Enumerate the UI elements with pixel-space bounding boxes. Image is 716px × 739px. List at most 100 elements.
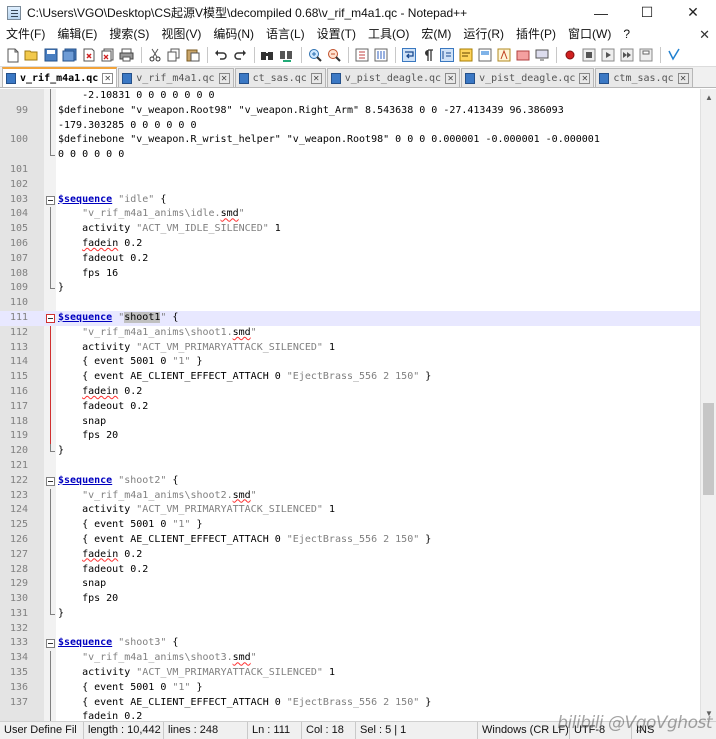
code-line[interactable]: 0 0 0 0 0 0 <box>0 148 700 163</box>
menu-settings[interactable]: 设置(T) <box>311 25 362 44</box>
menu-edit[interactable]: 编辑(E) <box>51 25 103 44</box>
tab-close-icon[interactable]: ✕ <box>677 72 689 84</box>
open-file-icon[interactable] <box>23 47 40 64</box>
cut-icon[interactable] <box>146 47 163 64</box>
paste-icon[interactable] <box>184 47 201 64</box>
code-line[interactable]: 111 $sequence "shoot1" { <box>0 310 700 326</box>
code-line[interactable]: 109} <box>0 281 700 296</box>
close-document-button[interactable]: ✕ <box>699 25 710 44</box>
code-line[interactable]: 106 fadein 0.2 <box>0 236 700 252</box>
code-line[interactable]: 133 $sequence "shoot3" { <box>0 636 700 651</box>
menu-help[interactable]: ? <box>617 25 636 44</box>
save-icon[interactable] <box>42 47 59 64</box>
tab-close-icon[interactable]: ✕ <box>579 72 591 84</box>
code-line[interactable]: 119 fps 20 <box>0 429 700 445</box>
tab-ct-sas[interactable]: ct_sas.qc ✕ <box>234 68 326 87</box>
fold-toggle-minus-icon[interactable] <box>46 193 55 208</box>
code-line[interactable]: 127 fadein 0.2 <box>0 547 700 563</box>
code-line[interactable]: 120} <box>0 444 700 459</box>
stop-macro-icon[interactable] <box>580 47 597 64</box>
code-line[interactable]: 122 $sequence "shoot2" { <box>0 474 700 489</box>
tab-v-pist-deagle[interactable]: v_pist_deagle.qc ✕ <box>326 68 461 87</box>
tab-ctm-sas[interactable]: ctm_sas.qc ✕ <box>595 68 693 87</box>
code-editor[interactable]: -2.10831 0 0 0 0 0 0 0 99 $definebone "v_w… <box>0 89 716 721</box>
code-line[interactable]: 123 "v_rif_m4a1_anims\shoot2.smd" <box>0 488 700 504</box>
code-line[interactable]: 135 activity "ACT_VM_PRIMARYATTACK_SILEN… <box>0 666 700 681</box>
user-lang-icon[interactable] <box>457 47 474 64</box>
code-line[interactable]: 136 { event 5001 0 "1" } <box>0 680 700 696</box>
code-line[interactable]: 104 "v_rif_m4a1_anims\idle.smd" <box>0 207 700 223</box>
menu-file[interactable]: 文件(F) <box>0 25 51 44</box>
code-line[interactable]: 105 activity "ACT_VM_IDLE_SILENCED" 1 <box>0 222 700 237</box>
fold-toggle-minus-icon[interactable] <box>46 636 55 651</box>
code-line[interactable]: 110 <box>0 296 700 311</box>
code-line[interactable]: 131} <box>0 606 700 622</box>
tab-close-icon[interactable]: ✕ <box>102 72 114 84</box>
code-line[interactable]: 115 { event AE_CLIENT_EFFECT_ATTACH 0 "E… <box>0 370 700 385</box>
code-line[interactable]: 108 fps 16 <box>0 266 700 282</box>
play-macro-icon[interactable] <box>599 47 616 64</box>
code-line[interactable]: -2.10831 0 0 0 0 0 0 0 <box>0 89 700 104</box>
tab-close-icon[interactable]: ✕ <box>310 72 322 84</box>
menu-window[interactable]: 窗口(W) <box>562 25 617 44</box>
menu-search[interactable]: 搜索(S) <box>103 25 155 44</box>
close-all-icon[interactable] <box>99 47 116 64</box>
close-icon[interactable] <box>80 47 97 64</box>
code-line[interactable]: 125 { event 5001 0 "1" } <box>0 518 700 533</box>
code-line[interactable]: 121 <box>0 459 700 474</box>
fold-toggle-minus-icon[interactable] <box>46 474 55 489</box>
maximize-button[interactable]: ☐ <box>624 0 670 25</box>
replace-icon[interactable] <box>278 47 295 64</box>
code-line[interactable]: 130 fps 20 <box>0 592 700 607</box>
menu-tools[interactable]: 工具(O) <box>362 25 415 44</box>
undo-icon[interactable] <box>212 47 229 64</box>
sync-horizontal-icon[interactable] <box>372 47 389 64</box>
redo-icon[interactable] <box>231 47 248 64</box>
close-button[interactable]: ✕ <box>670 0 716 25</box>
code-line[interactable]: 114 { event 5001 0 "1" } <box>0 355 700 371</box>
tab-close-icon[interactable]: ✕ <box>445 72 457 84</box>
print-icon[interactable] <box>118 47 135 64</box>
save-all-icon[interactable] <box>61 47 78 64</box>
monitor-icon[interactable] <box>533 47 550 64</box>
code-line[interactable]: 116 fadein 0.2 <box>0 384 700 400</box>
code-line[interactable]: 99 $definebone "v_weapon.Root98" "v_weapo… <box>0 103 700 119</box>
menu-plugins[interactable]: 插件(P) <box>510 25 562 44</box>
menu-run[interactable]: 运行(R) <box>457 25 510 44</box>
code-line[interactable]: 132 <box>0 622 700 637</box>
spellcheck-icon[interactable] <box>665 47 682 64</box>
tab-v-pist-deagle-2[interactable]: v_pist_deagle.qc ✕ <box>461 68 595 87</box>
new-file-icon[interactable] <box>4 47 21 64</box>
code-line[interactable]: 117 fadeout 0.2 <box>0 399 700 415</box>
menu-language[interactable]: 语言(L) <box>260 25 311 44</box>
function-list-icon[interactable] <box>495 47 512 64</box>
folder-workspace-icon[interactable] <box>514 47 531 64</box>
code-line[interactable]: 103 $sequence "idle" { <box>0 193 700 208</box>
tab-close-icon[interactable]: ✕ <box>218 72 230 84</box>
code-line[interactable]: 113 activity "ACT_VM_PRIMARYATTACK_SILEN… <box>0 340 700 356</box>
code-line[interactable]: 112 "v_rif_m4a1_anims\shoot1.smd" <box>0 325 700 341</box>
code-line[interactable]: 107 fadeout 0.2 <box>0 251 700 267</box>
status-eol[interactable]: Windows (CR LF) <box>478 721 570 739</box>
save-macro-icon[interactable] <box>637 47 654 64</box>
code-line[interactable]: 137 { event AE_CLIENT_EFFECT_ATTACH 0 "E… <box>0 695 700 711</box>
code-line[interactable]: 124 activity "ACT_VM_PRIMARYATTACK_SILEN… <box>0 503 700 519</box>
run-macro-multiple-icon[interactable] <box>618 47 635 64</box>
code-line[interactable]: 129 snap <box>0 577 700 593</box>
code-line[interactable]: -179.303285 0 0 0 0 0 0 <box>0 118 700 134</box>
doc-map-icon[interactable] <box>476 47 493 64</box>
word-wrap-icon[interactable] <box>400 47 417 64</box>
code-line[interactable]: 126 { event AE_CLIENT_EFFECT_ATTACH 0 "E… <box>0 532 700 548</box>
fold-toggle-minus-icon[interactable] <box>46 311 55 326</box>
vertical-scrollbar[interactable]: ▲ ▼ <box>700 89 716 721</box>
code-line[interactable]: 102 <box>0 178 700 193</box>
code-line[interactable]: 134 "v_rif_m4a1_anims\shoot3.smd" <box>0 651 700 667</box>
copy-icon[interactable] <box>165 47 182 64</box>
indent-guide-icon[interactable] <box>438 47 455 64</box>
scroll-up-arrow-icon[interactable]: ▲ <box>701 89 716 105</box>
zoom-out-icon[interactable] <box>325 47 342 64</box>
code-line[interactable]: 101 <box>0 163 700 178</box>
code-line[interactable]: 118 snap <box>0 414 700 430</box>
menu-encoding[interactable]: 编码(N) <box>207 25 260 44</box>
show-all-chars-icon[interactable] <box>419 47 436 64</box>
